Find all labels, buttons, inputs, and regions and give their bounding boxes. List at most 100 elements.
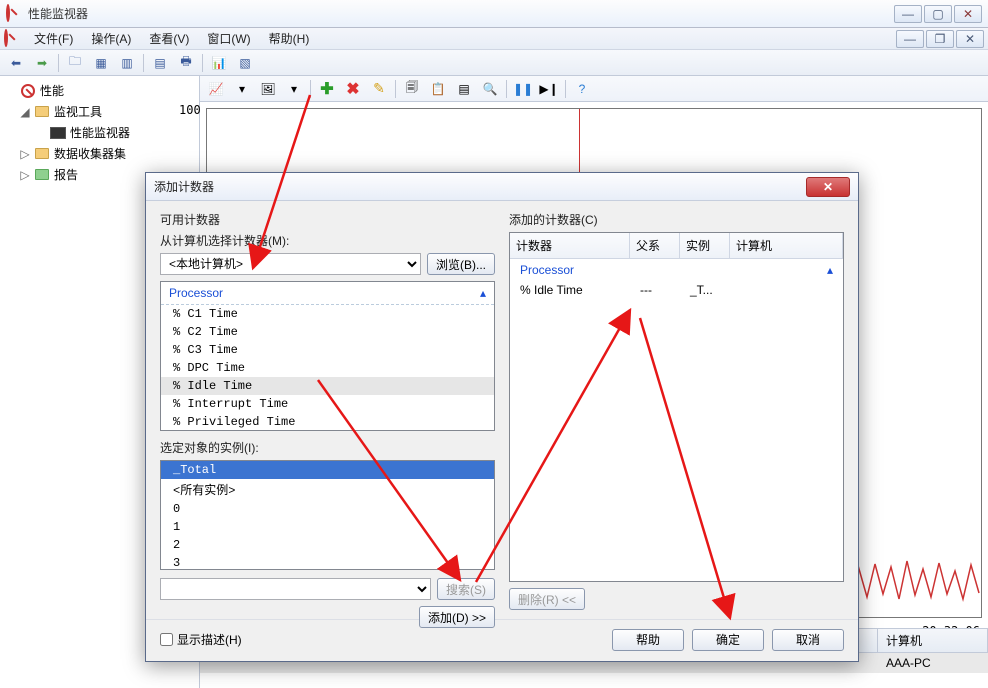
tree-perfmon-label: 性能监视器 [70,124,130,141]
counter-item[interactable]: % C2 Time [161,323,494,341]
col-parent[interactable]: 父系 [630,233,680,258]
show-description-input[interactable] [160,633,173,646]
menu-file[interactable]: 文件(F) [26,28,81,49]
added-counter-inst: _T... [690,283,740,297]
show-description-checkbox[interactable]: 显示描述(H) [160,631,242,648]
instances-listbox[interactable]: _Total<所有实例>0123 [160,460,495,570]
freeze-icon[interactable]: ❚❚ [513,79,533,99]
menu-app-icon [4,31,20,47]
show-description-label: 显示描述(H) [177,631,242,648]
counter-item[interactable]: % DPC Time [161,359,494,377]
cancel-button[interactable]: 取消 [772,629,844,651]
close-button[interactable]: ✕ [954,5,982,23]
zoom-icon[interactable]: 🔍 [480,79,500,99]
mdi-close-button[interactable]: ✕ [956,30,984,48]
instance-item[interactable]: 0 [161,500,494,518]
separator [143,54,144,72]
counter-item[interactable]: % Idle Time [161,377,494,395]
browse-button[interactable]: 浏览(B)... [427,253,495,275]
tree-reports-label: 报告 [54,166,78,183]
remove-counter-icon[interactable]: ✖ [343,79,363,99]
picture-icon[interactable]: 🖼 [258,79,278,99]
legend-col-machine: 计算机 [878,629,988,652]
instance-item[interactable]: 1 [161,518,494,536]
brush-icon[interactable]: ▾ [232,79,252,99]
dd-icon[interactable]: ▾ [284,79,304,99]
counter-item[interactable]: % C1 Time [161,305,494,323]
menu-view[interactable]: 查看(V) [141,28,197,49]
props-icon[interactable]: ▤ [150,53,170,73]
added-category-row[interactable]: Processor ▴ [510,259,843,281]
dialog-titlebar[interactable]: 添加计数器 ✕ [146,173,858,201]
added-counter-row[interactable]: % Idle Time --- _T... [510,281,843,299]
props2-icon[interactable]: ▤ [454,79,474,99]
menu-help[interactable]: 帮助(H) [261,28,318,49]
instance-item[interactable]: _Total [161,461,494,479]
back-icon[interactable]: ⬅ [6,53,26,73]
dialog-close-button[interactable]: ✕ [806,177,850,197]
app-icon [6,6,22,22]
copy-icon[interactable]: 🗐 [402,79,422,99]
added-counter-parent: --- [640,283,690,297]
added-counter-name: % Idle Time [520,283,640,297]
paste-icon[interactable]: 📋 [428,79,448,99]
instances-label: 选定对象的实例(I): [160,439,495,456]
mdi-minimize-button[interactable]: — [896,30,924,48]
highlight-icon[interactable]: ✎ [369,79,389,99]
tree-dcsets[interactable]: ▷ 数据收集器集 [2,143,197,164]
help-button[interactable]: 帮助 [612,629,684,651]
chart-opt-icon[interactable]: 📊 [209,53,229,73]
ok-button[interactable]: 确定 [692,629,764,651]
minimize-button[interactable]: — [894,5,922,23]
counter-category-header[interactable]: Processor ▴ [161,282,494,305]
add-counter-icon[interactable]: ✚ [317,79,337,99]
add-counters-dialog: 添加计数器 ✕ 可用计数器 从计算机选择计数器(M): <本地计算机> 浏览(B… [145,172,859,662]
update-icon[interactable]: ▶❙ [539,79,559,99]
search-button[interactable]: 搜索(S) [437,578,495,600]
counter-item[interactable]: % Interrupt Time [161,395,494,413]
separator [506,80,507,98]
dialog-title: 添加计数器 [154,178,214,195]
counter-item[interactable]: % C3 Time [161,341,494,359]
col-machine[interactable]: 计算机 [730,233,843,258]
computer-combo[interactable]: <本地计算机> [160,253,421,275]
chart-opt2-icon[interactable]: ▧ [235,53,255,73]
add-button[interactable]: 添加(D) >> [419,606,495,628]
counters-listbox[interactable]: Processor ▴ % C1 Time% C2 Time% C3 Time%… [160,281,495,431]
added-counters-listbox[interactable]: 计数器 父系 实例 计算机 Processor ▴ % Idle Time --… [509,232,844,582]
panel-icon[interactable]: ▦ [91,53,111,73]
y-axis-100: 100 [179,103,201,117]
counter-item[interactable]: % Privileged Time [161,413,494,430]
print-icon[interactable]: 🖶 [176,53,196,73]
chart-line [851,549,981,609]
mdi-restore-button[interactable]: ❐ [926,30,954,48]
available-counters-label: 可用计数器 [160,211,495,228]
col-instance[interactable]: 实例 [680,233,730,258]
menu-action[interactable]: 操作(A) [83,28,139,49]
separator [395,80,396,98]
panel2-icon[interactable]: ▥ [117,53,137,73]
forward-icon[interactable]: ➡ [32,53,52,73]
collapse-icon[interactable]: ▴ [480,286,486,300]
instance-item[interactable]: 3 [161,554,494,570]
instance-item[interactable]: <所有实例> [161,479,494,500]
view-type-icon[interactable]: 📈 [206,79,226,99]
menu-window[interactable]: 窗口(W) [199,28,258,49]
main-toolbar: ⬅ ➡ 🗀 ▦ ▥ ▤ 🖶 📊 ▧ [0,50,988,76]
tree-root[interactable]: 性能 [2,80,197,101]
tree-perfmon[interactable]: 性能监视器 [2,122,197,143]
window-title: 性能监视器 [28,5,88,22]
tree-monitoring-tools[interactable]: ◢ 监视工具 [2,101,197,122]
maximize-button[interactable]: ▢ [924,5,952,23]
help-icon[interactable]: ? [572,79,592,99]
tree-montools-label: 监视工具 [54,103,102,120]
collapse-icon[interactable]: ▴ [827,263,833,277]
col-counter[interactable]: 计数器 [510,233,630,258]
search-combo[interactable] [160,578,431,600]
scope-icon[interactable]: 🗀 [65,53,85,73]
from-computer-label: 从计算机选择计数器(M): [160,232,495,249]
remove-button[interactable]: 删除(R) << [509,588,585,610]
added-category-label: Processor [520,263,574,277]
instance-item[interactable]: 2 [161,536,494,554]
separator [565,80,566,98]
